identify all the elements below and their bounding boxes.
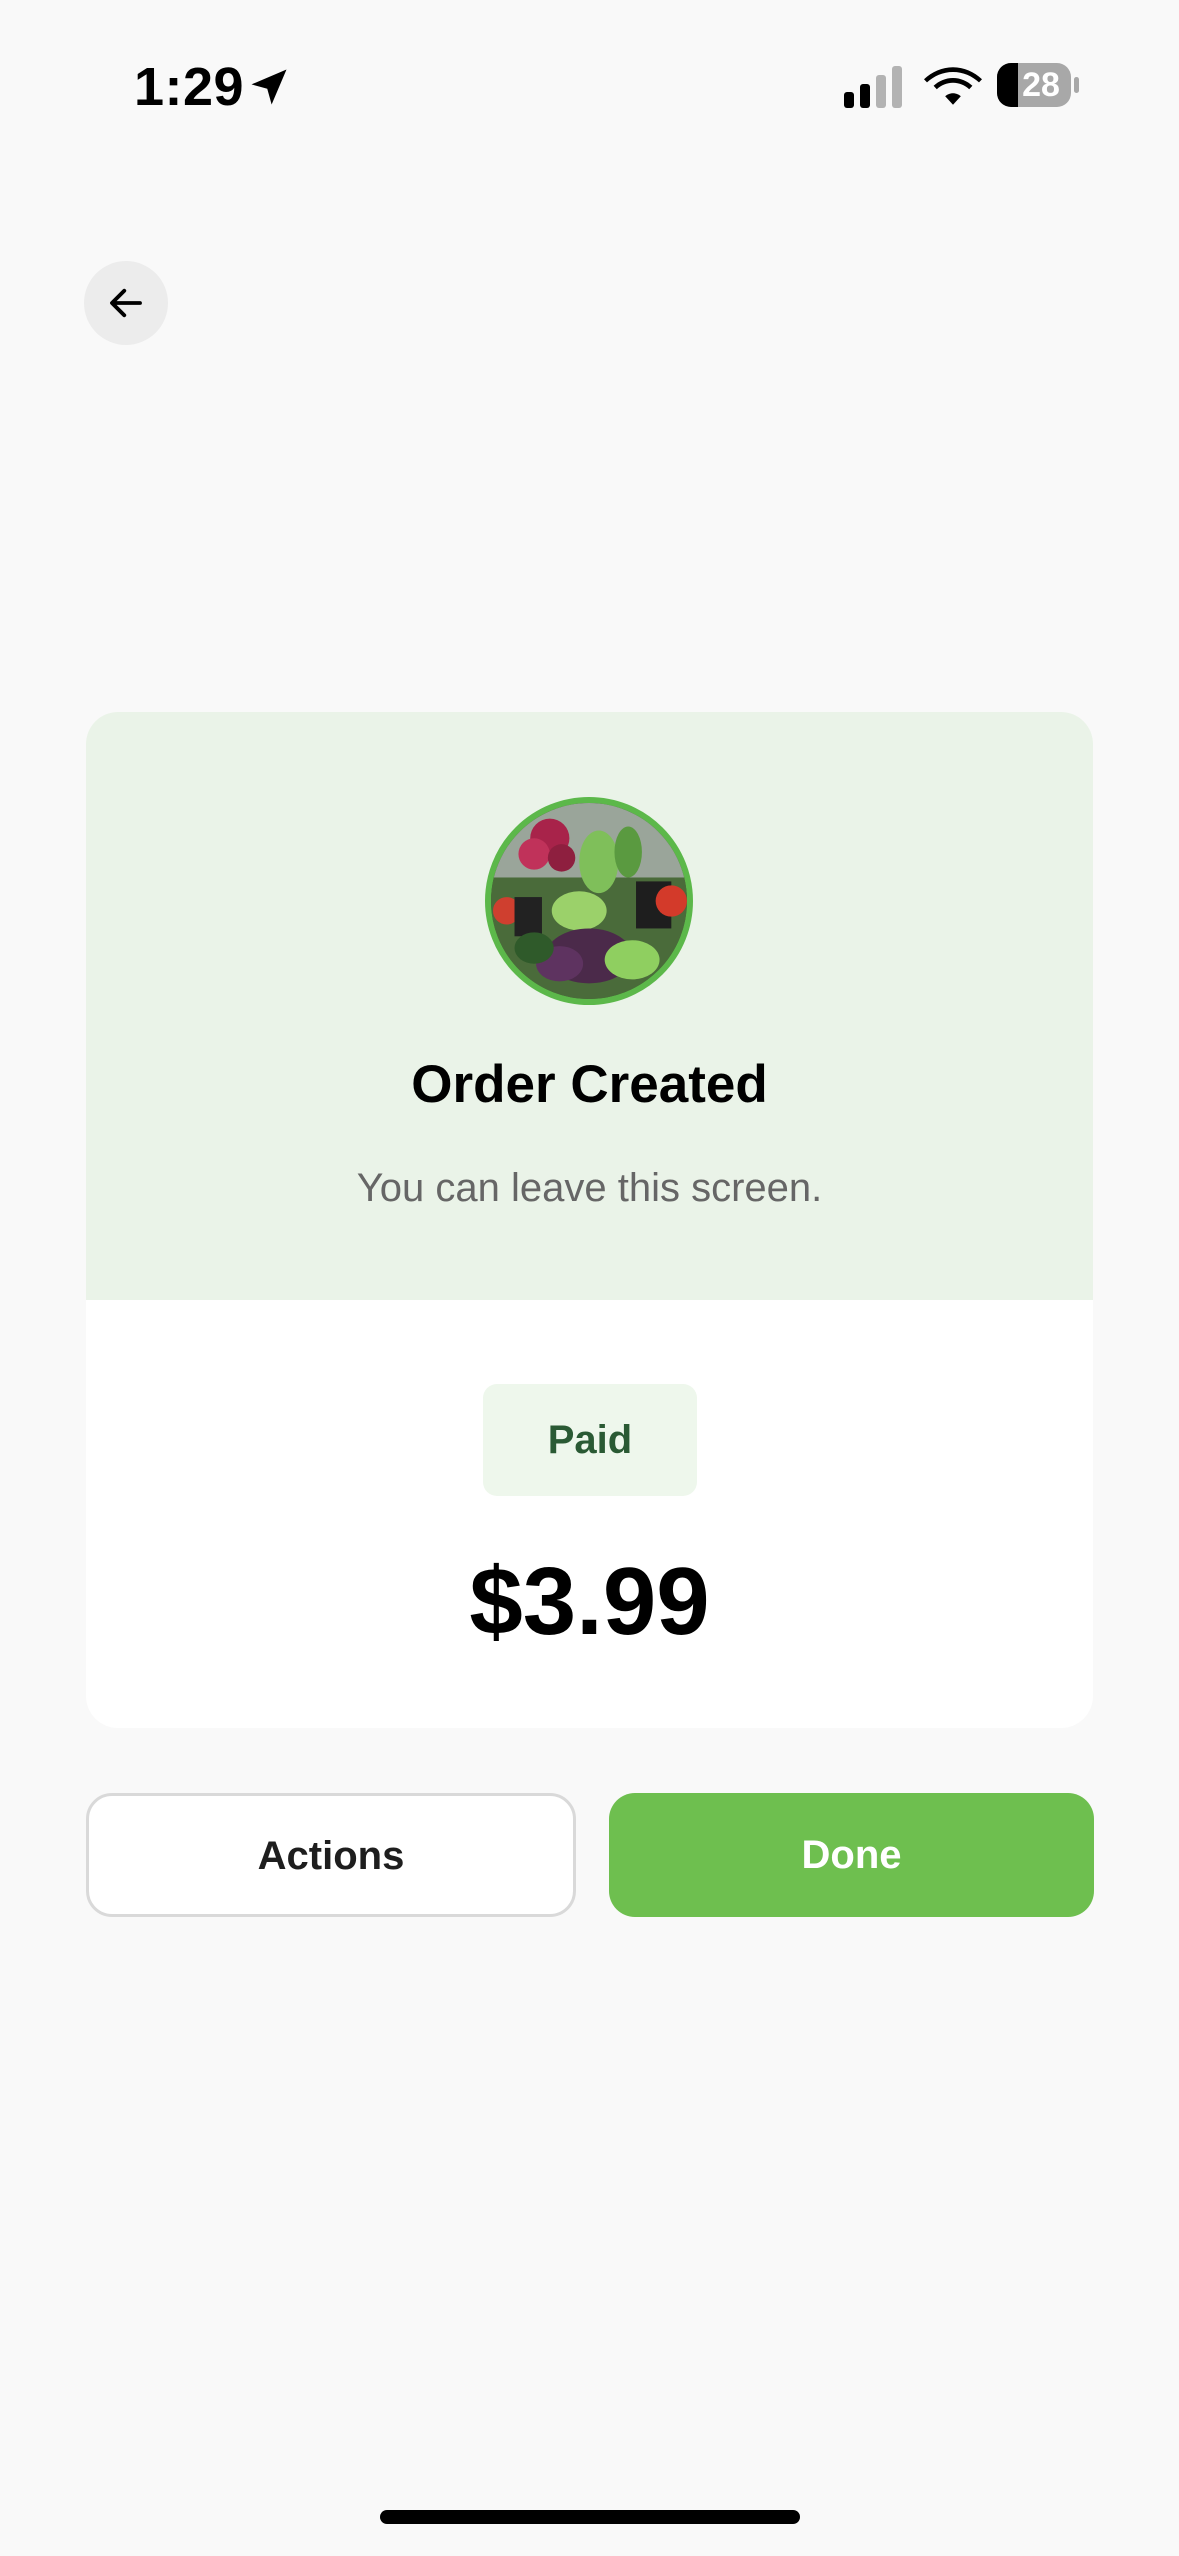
- status-bar: 1:29 28: [0, 0, 1179, 170]
- battery-level: 28: [1022, 66, 1060, 104]
- cellular-signal-icon: [844, 66, 902, 108]
- order-confirmation-card: Order Created You can leave this screen.…: [86, 712, 1093, 1728]
- done-button[interactable]: Done: [609, 1793, 1094, 1917]
- payment-status-badge: Paid: [483, 1384, 697, 1496]
- merchant-avatar: [485, 797, 693, 1005]
- arrow-left-icon: [110, 288, 142, 318]
- status-time: 1:29: [134, 57, 245, 117]
- order-subtitle: You can leave this screen.: [356, 1166, 823, 1210]
- location-arrow-icon: [251, 69, 287, 105]
- produce-photo: [491, 803, 687, 999]
- card-header: Order Created You can leave this screen.: [86, 712, 1093, 1300]
- order-title: Order Created: [411, 1055, 768, 1114]
- back-button[interactable]: [84, 261, 168, 345]
- wifi-icon: [924, 67, 982, 105]
- order-amount: $3.99: [469, 1548, 710, 1655]
- actions-button[interactable]: Actions: [86, 1793, 576, 1917]
- home-indicator[interactable]: [380, 2510, 800, 2524]
